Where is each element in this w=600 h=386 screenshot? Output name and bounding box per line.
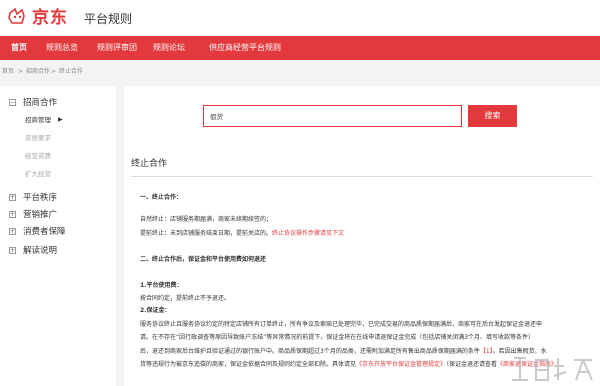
article-text: 后，退还到商家后台维护且验证通过的银行账户中。商品质保期超过3个月的品类，还需附… bbox=[140, 348, 480, 355]
article-text: （保证金退还请查看 bbox=[446, 361, 498, 368]
article-text: 请。在不存在“因行政调查等原因导致账户冻结”等异常情况的前提下，保证金将在在线申… bbox=[140, 334, 535, 341]
watermark-logo bbox=[512, 357, 593, 381]
nav-rules-forum[interactable]: 规则论坛 bbox=[153, 36, 185, 60]
sidebar-group-label: 招商合作 bbox=[23, 98, 58, 108]
site-title: 平台规则 bbox=[84, 12, 133, 26]
breadcrumb: 首页 > 招商合作 > 终止合作 bbox=[0, 64, 600, 80]
jd-logo[interactable]: 京东 bbox=[6, 4, 70, 32]
sidebar-group-label: 平台秩序 bbox=[23, 193, 58, 203]
sidebar-item-merchant-management[interactable]: 招商管理 bbox=[25, 113, 51, 127]
sidebar-group-merchant[interactable]: − 招商合作 bbox=[0, 95, 116, 111]
breadcrumb-current: 终止合作 bbox=[59, 68, 84, 75]
deposit-rules-link[interactable]: 《京东开放平台保证金管理规定》 bbox=[356, 361, 446, 368]
section-heading: 一、终止合作： bbox=[140, 194, 183, 201]
article-text: 按合同约定，提前终止不予退还。 bbox=[140, 295, 231, 302]
sidebar: − 招商合作 招商管理 ▶ 资质要求 经营资费 扩大经营 + 平台秩序 + 营销… bbox=[0, 86, 116, 386]
plus-square-icon: + bbox=[9, 211, 16, 218]
breadcrumb-home[interactable]: 首页 bbox=[2, 64, 14, 80]
search-button[interactable]: 搜索 bbox=[468, 105, 517, 127]
article-text: 自然终止：店铺服务期届满，商家未续期续签的； bbox=[140, 216, 273, 223]
plus-square-icon: + bbox=[9, 194, 16, 201]
breadcrumb-category[interactable]: 招商合作 bbox=[26, 64, 50, 80]
article-text: 货等违规行为被京东追偿的商家，保证金依据合同及规则约定全部扣除。具体请见《京东开… bbox=[140, 360, 557, 369]
nav-rules-jury[interactable]: 规则评审团 bbox=[97, 36, 137, 60]
sidebar-group-marketing[interactable]: + 营销推广 bbox=[0, 207, 116, 223]
sidebar-group-order[interactable]: + 平台秩序 bbox=[0, 190, 116, 206]
breadcrumb-separator: > bbox=[51, 68, 57, 75]
breadcrumb-separator: > bbox=[18, 68, 24, 75]
header: 京东 平台规则 bbox=[0, 0, 600, 36]
caret-right-icon: ▶ bbox=[58, 116, 63, 123]
sidebar-group-label: 解读说明 bbox=[23, 246, 58, 256]
article-text: 提前终止：未到店铺服务结束日期，提前关店的。 bbox=[140, 230, 273, 237]
plus-square-icon: + bbox=[9, 228, 16, 235]
sidebar-group-label: 消费者保障 bbox=[23, 227, 66, 237]
sidebar-item-expand-business[interactable]: 扩大经营 bbox=[25, 167, 51, 181]
article-text: 后，退还到商家后台维护且验证通过的银行账户中。商品质保期超过3个月的品类，还需附… bbox=[140, 347, 547, 356]
sidebar-group-consumer[interactable]: + 消费者保障 bbox=[0, 224, 116, 240]
article-title: 终止合作 bbox=[131, 159, 168, 169]
sidebar-group-interpretation[interactable]: + 解读说明 bbox=[0, 243, 116, 259]
sub-heading: 2.保证金： bbox=[140, 307, 171, 314]
section-heading: 二、终止合作后，保证金和平台使用费如何退还 bbox=[140, 256, 267, 263]
sub-heading: 1.平台使用费： bbox=[140, 282, 183, 289]
nav-home[interactable]: 首页 bbox=[11, 36, 27, 60]
nav-rules-overview[interactable]: 规则总览 bbox=[46, 36, 78, 60]
terminate-steps-link[interactable]: 终止协议操作步骤请见下文 bbox=[272, 230, 344, 237]
jd-dog-icon bbox=[8, 7, 25, 24]
main-content: 搜索 终止合作 一、终止合作： 自然终止：店铺服务期届满，商家未续期续签的； 提… bbox=[124, 86, 600, 386]
top-nav: 首页 规则总览 规则评审团 规则论坛 供应商经营平台规则 bbox=[0, 36, 600, 60]
logo-text: 京东 bbox=[32, 8, 68, 28]
sidebar-item-qualifications[interactable]: 资质要求 bbox=[25, 131, 51, 145]
sidebar-group-label: 营销推广 bbox=[23, 210, 58, 220]
divider bbox=[131, 176, 593, 177]
search-input[interactable] bbox=[203, 105, 462, 127]
nav-supplier-rules[interactable]: 供应商经营平台规则 bbox=[209, 36, 281, 60]
article-text: 提前终止：未到店铺服务结束日期，提前关店的。终止协议操作步骤请见下文 bbox=[140, 229, 344, 238]
article-text: 服务协议终止且服务协议约定的特定店铺所有订单终止，所有争议及索赔已处理完毕，已完… bbox=[140, 321, 543, 328]
footnote-link[interactable]: 【1】 bbox=[480, 348, 493, 355]
article-text: 货等违规行为被京东追偿的商家，保证金依据合同及规则约定全部扣除。具体请见 bbox=[140, 361, 357, 368]
sidebar-item-fees[interactable]: 经营资费 bbox=[25, 149, 51, 163]
plus-square-icon: + bbox=[9, 247, 16, 254]
minus-square-icon: − bbox=[9, 99, 16, 106]
